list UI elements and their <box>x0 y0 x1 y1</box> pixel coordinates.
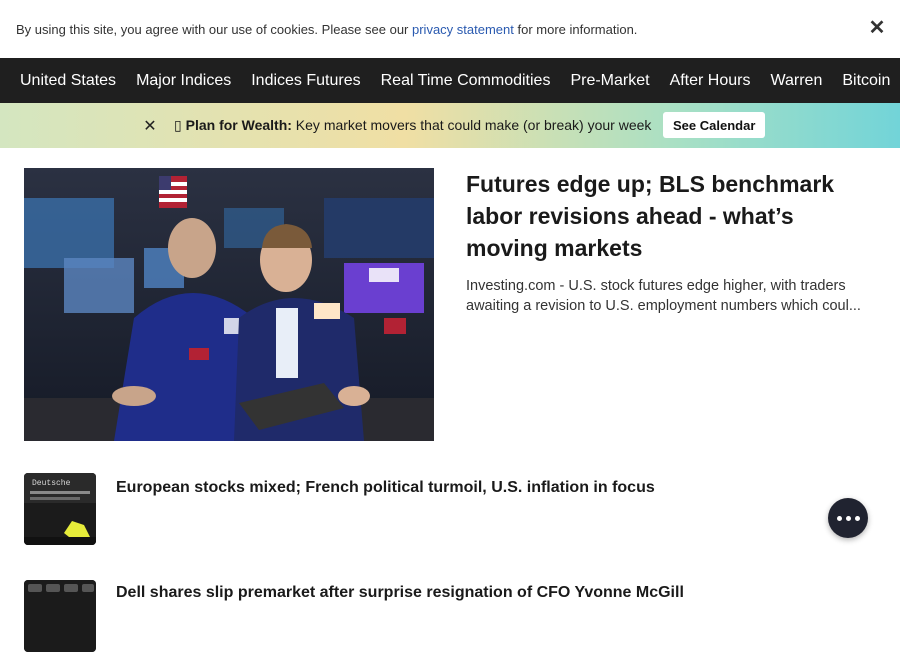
nav-item-major-indices[interactable]: Major Indices <box>126 72 241 90</box>
calendar-icon: ▯ <box>174 117 182 133</box>
traders-photo <box>24 168 434 441</box>
more-options-button[interactable] <box>828 498 868 538</box>
list-item[interactable]: Dell shares slip premarket after surpris… <box>24 580 884 652</box>
promo-close-icon[interactable]: ✕ <box>143 116 157 136</box>
cookie-banner: By using this site, you agree with our u… <box>0 0 900 58</box>
nav-item-warren[interactable]: Warren <box>760 72 832 90</box>
hero-summary: Investing.com - U.S. stock futures edge … <box>466 278 861 314</box>
cookie-text: By using this site, you agree with our u… <box>16 22 637 37</box>
article-thumbnail[interactable] <box>24 580 96 652</box>
hero-image[interactable] <box>24 168 434 441</box>
promo-bold-text: Plan for Wealth: <box>185 117 292 133</box>
dot-icon <box>845 515 851 521</box>
nav-item-bitcoin[interactable]: Bitcoin <box>832 72 900 90</box>
hero-headline[interactable]: Futures edge up; BLS benchmark labor rev… <box>466 168 876 264</box>
privacy-statement-link[interactable]: privacy statement <box>412 22 514 37</box>
nav-item-pre-market[interactable]: Pre-Market <box>560 72 659 90</box>
see-calendar-button[interactable]: See Calendar <box>663 112 766 138</box>
nav-item-united-states[interactable]: United States <box>0 72 126 90</box>
promo-text: ▯ Plan for Wealth: Key market movers tha… <box>174 117 651 134</box>
dot-icon <box>854 515 860 521</box>
close-icon[interactable]: ✕ <box>868 18 886 38</box>
cookie-text-after: for more information. <box>513 21 638 37</box>
market-nav: United States Major Indices Indices Futu… <box>0 58 900 103</box>
article-title[interactable]: Dell shares slip premarket after surpris… <box>116 584 684 602</box>
nav-item-indices-futures[interactable]: Indices Futures <box>241 72 370 90</box>
article-title[interactable]: European stocks mixed; French political … <box>116 479 655 497</box>
cookie-text-before: By using this site, you agree with our u… <box>16 21 412 37</box>
nav-item-after-hours[interactable]: After Hours <box>660 72 761 90</box>
thumb-board-text: Deutsche <box>32 479 71 488</box>
promo-body-text: Key market movers that could make (or br… <box>291 117 652 133</box>
dot-icon <box>836 515 842 521</box>
dell-thumbnail <box>24 580 96 652</box>
nav-item-real-time-commodities[interactable]: Real Time Commodities <box>371 72 561 90</box>
stock-board-thumbnail: Deutsche <box>24 473 96 545</box>
article-thumbnail[interactable]: Deutsche <box>24 473 96 545</box>
list-item[interactable]: Deutsche European stocks mixed; French p… <box>24 473 884 545</box>
promo-banner: ✕ ▯ Plan for Wealth: Key market movers t… <box>0 103 900 148</box>
